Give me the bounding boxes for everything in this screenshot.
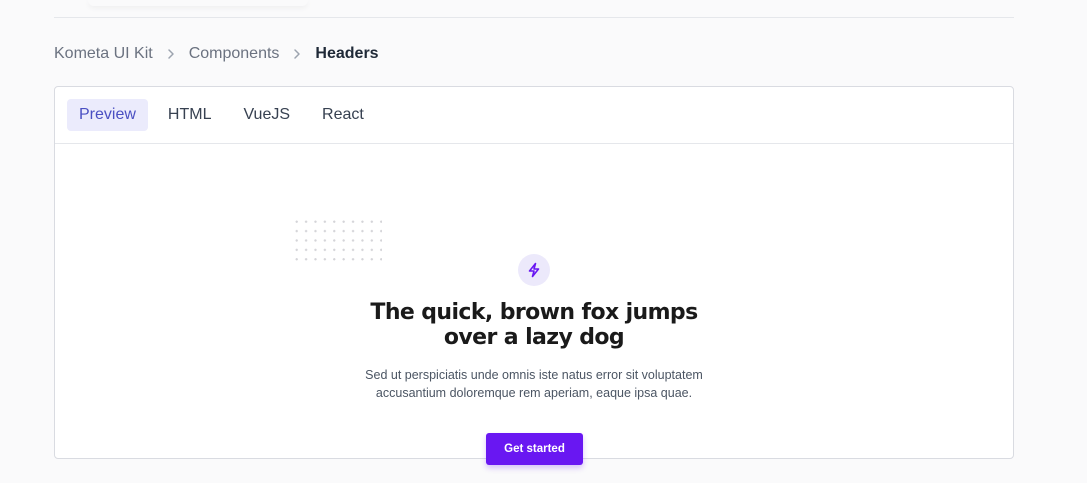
hero-description-line2: accusantium doloremque rem aperiam, eaqu… xyxy=(375,386,693,400)
hero-headline: The quick, brown fox jumps over a lazy d… xyxy=(285,300,783,350)
component-panel: Preview HTML VueJS React The quick, brow… xyxy=(54,86,1014,465)
chevron-right-icon xyxy=(165,48,177,60)
divider xyxy=(54,17,1014,18)
lightning-bolt-icon xyxy=(518,254,550,286)
get-started-button[interactable]: Get started xyxy=(486,433,583,465)
breadcrumb-item-headers: Headers xyxy=(315,45,379,62)
breadcrumb: Kometa UI Kit Components Headers xyxy=(54,44,379,64)
tab-html[interactable]: HTML xyxy=(156,99,224,131)
hero-headline-line1: The quick, brown fox jumps xyxy=(370,300,698,325)
preview-area: The quick, brown fox jumps over a lazy d… xyxy=(55,144,1013,465)
breadcrumb-item-kit[interactable]: Kometa UI Kit xyxy=(54,45,153,63)
breadcrumb-item-components[interactable]: Components xyxy=(189,45,280,63)
tab-vuejs[interactable]: VueJS xyxy=(231,99,302,131)
tab-react[interactable]: React xyxy=(310,99,376,131)
hero-description: Sed ut perspiciatis unde omnis iste natu… xyxy=(325,366,743,402)
hero-description-line1: Sed ut perspiciatis unde omnis iste natu… xyxy=(365,368,703,382)
dot-pattern-decoration xyxy=(292,217,382,261)
top-card-edge xyxy=(88,0,308,6)
code-tabs: Preview HTML VueJS React xyxy=(55,87,1013,144)
tab-preview[interactable]: Preview xyxy=(67,99,148,131)
hero-headline-line2: over a lazy dog xyxy=(443,325,625,350)
chevron-right-icon xyxy=(291,48,303,60)
